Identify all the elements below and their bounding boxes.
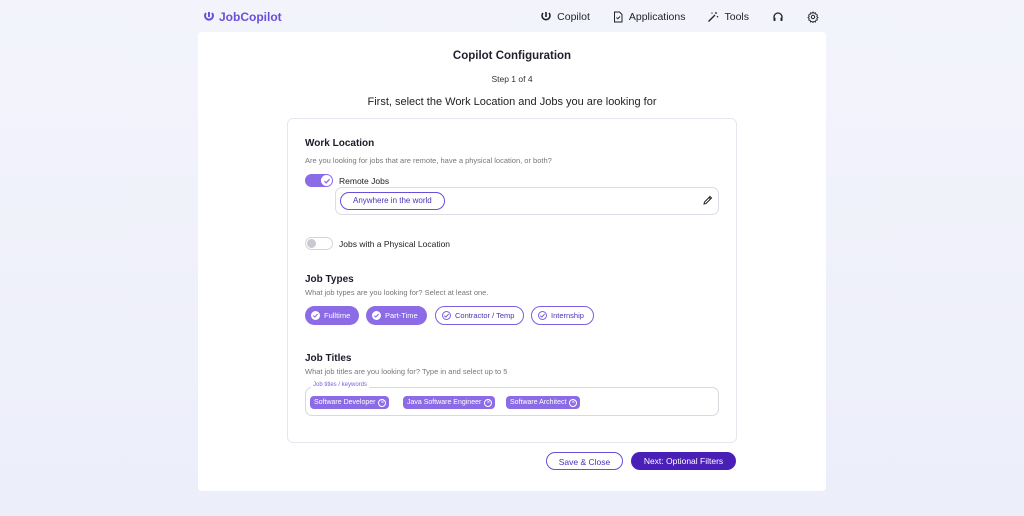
brand-name: JobCopilot (219, 10, 282, 24)
check-circle-icon (311, 311, 320, 320)
copilot-logo-icon (204, 12, 214, 21)
job-titles-field-label: Job titles / keywords (311, 382, 370, 388)
pencil-icon[interactable] (702, 195, 713, 206)
remove-tag-icon[interactable]: × (378, 398, 387, 407)
job-type-contractor[interactable]: Contractor / Temp (435, 306, 525, 325)
configuration-form: Work Location Are you looking for jobs t… (287, 118, 737, 443)
job-titles-heading: Job Titles (305, 353, 352, 364)
remote-jobs-toggle[interactable] (305, 174, 333, 187)
job-types-description: What job types are you looking for? Sele… (305, 288, 489, 297)
check-circle-icon (538, 311, 547, 320)
toggle-knob (321, 175, 332, 186)
check-circle-icon (372, 311, 381, 320)
location-chip[interactable]: Anywhere in the world (340, 192, 445, 210)
job-type-label: Contractor / Temp (455, 311, 515, 320)
configuration-card: Copilot Configuration Step 1 of 4 First,… (198, 32, 826, 491)
work-location-description: Are you looking for jobs that are remote… (305, 156, 552, 165)
job-titles-description: What job titles are you looking for? Typ… (305, 367, 508, 376)
nav-menu: Copilot Applications Tools (540, 10, 819, 23)
job-type-internship[interactable]: Internship (531, 306, 594, 325)
job-titles-input[interactable]: Software Developer × Java Software Engin… (305, 387, 719, 416)
remote-jobs-label: Remote Jobs (339, 176, 390, 186)
physical-location-label: Jobs with a Physical Location (339, 239, 451, 249)
tag-label: Software Developer (314, 399, 376, 406)
job-type-label: Fulltime (324, 311, 351, 320)
remove-tag-icon[interactable]: × (484, 398, 493, 407)
nav-item-applications[interactable]: Applications (612, 10, 686, 23)
nav-label-applications: Applications (628, 10, 686, 23)
tag-label: Software Architect (510, 399, 567, 406)
document-icon (613, 11, 623, 22)
check-icon (323, 178, 330, 184)
nav-item-tools[interactable]: Tools (707, 11, 749, 23)
next-button[interactable]: Next: Optional Filters (631, 452, 736, 470)
job-title-tag: Java Software Engineer × (403, 396, 496, 409)
job-type-fulltime[interactable]: Fulltime (305, 306, 360, 325)
job-title-tag: Software Developer × (310, 396, 390, 409)
job-type-label: Part-Time (385, 311, 418, 320)
copilot-icon (541, 11, 551, 20)
page-title: Copilot Configuration (452, 50, 572, 62)
tag-label: Java Software Engineer (407, 399, 482, 406)
brand-logo[interactable]: JobCopilot (203, 10, 282, 24)
nav-label-copilot: Copilot (557, 10, 590, 23)
headset-icon[interactable] (771, 10, 784, 23)
remove-tag-icon[interactable]: × (569, 398, 578, 407)
job-title-tag: Software Architect × (506, 396, 581, 409)
nav-item-copilot[interactable]: Copilot (540, 11, 590, 23)
remote-location-field[interactable]: Anywhere in the world (335, 187, 719, 215)
physical-location-toggle[interactable] (305, 237, 333, 250)
step-indicator: Step 1 of 4 (491, 74, 533, 84)
top-navigation: JobCopilot Copilot Applications Tools (0, 0, 1024, 36)
toggle-knob (307, 239, 316, 248)
job-type-label: Internship (551, 311, 584, 320)
job-type-part-time[interactable]: Part-Time (366, 306, 427, 325)
nav-label-tools: Tools (724, 10, 749, 23)
job-types-heading: Job Types (305, 274, 354, 285)
gear-icon[interactable] (806, 10, 819, 23)
magic-wand-icon (708, 11, 719, 22)
page-subtitle: First, select the Work Location and Jobs… (367, 96, 657, 108)
check-circle-icon (442, 311, 451, 320)
work-location-heading: Work Location (305, 138, 375, 149)
save-close-button[interactable]: Save & Close (546, 452, 623, 470)
